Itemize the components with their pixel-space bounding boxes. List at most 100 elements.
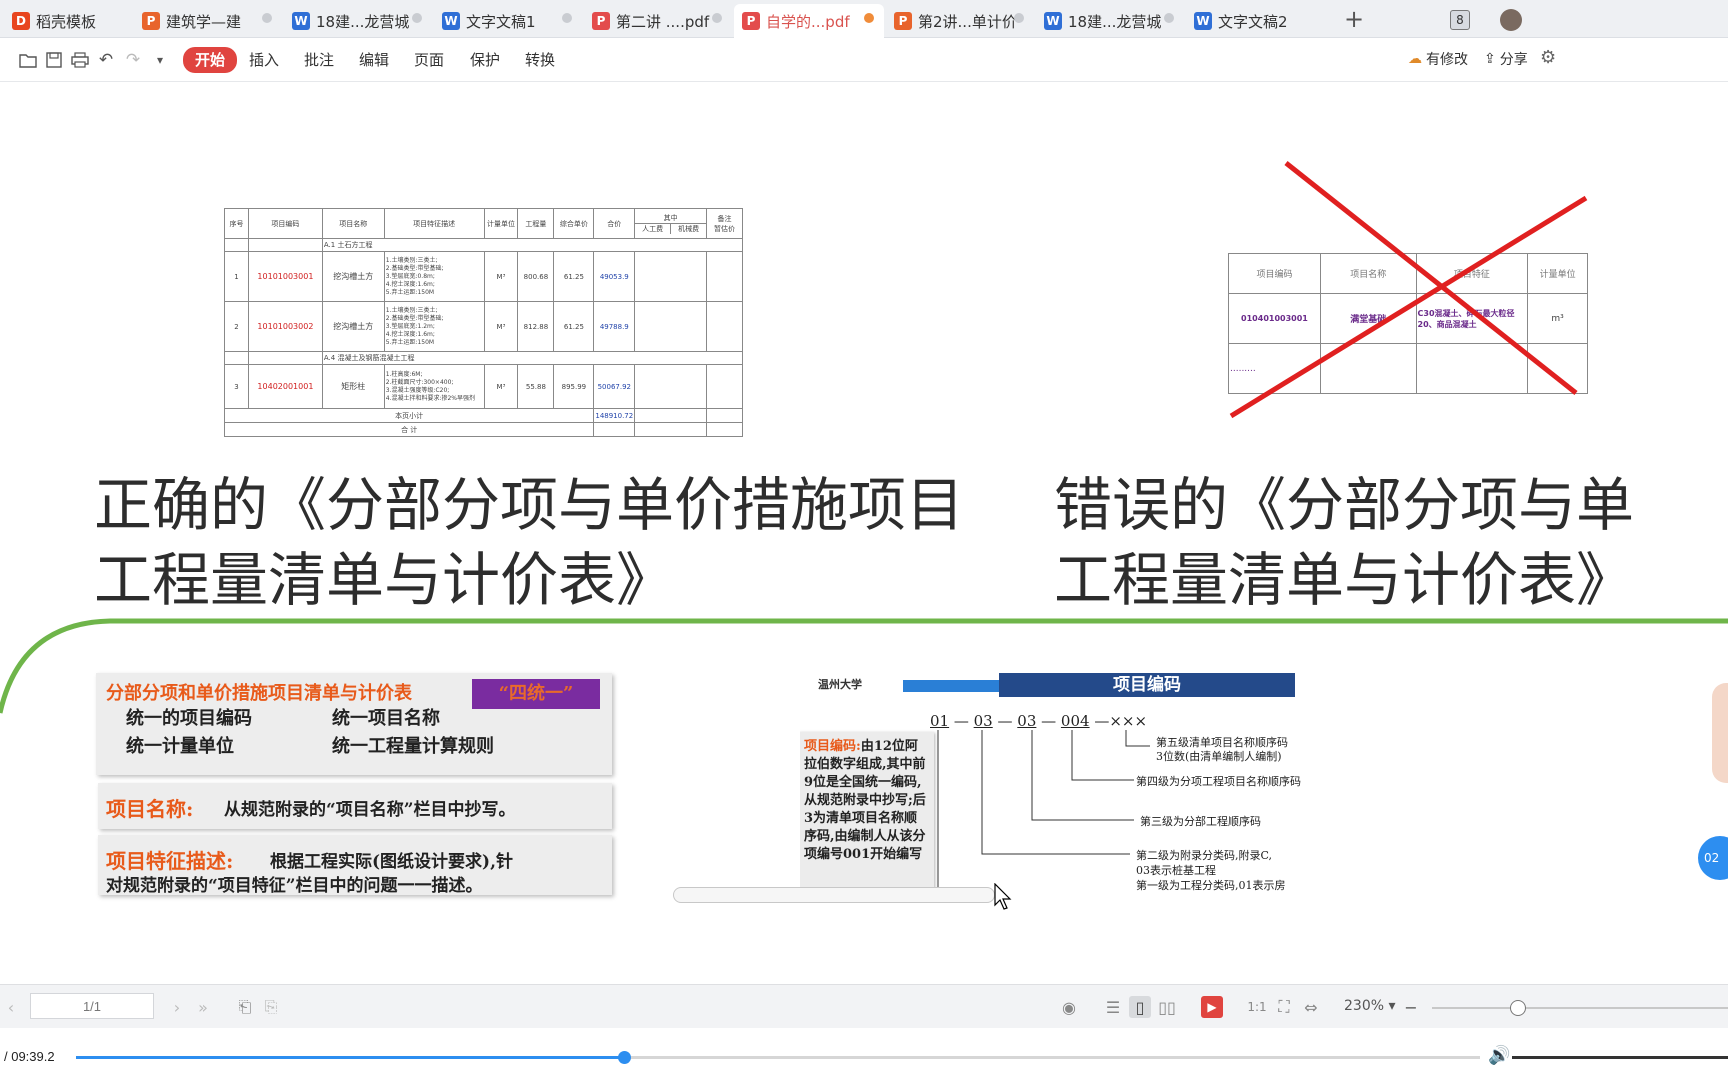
cloud-icon: ☁ [1408,51,1422,67]
code-level-4: 第四级为分项工程项目名称顺序码 [1136,775,1301,788]
modified-status[interactable]: ☁ 有修改 [1408,49,1468,69]
tab-close-icon[interactable] [262,13,272,23]
tab-close-icon[interactable] [1014,13,1024,23]
horizontal-scrollbar-thumb[interactable] [673,887,995,903]
tab-label: 第2讲...单计价 [918,12,1017,31]
next-page-icon[interactable]: › [166,996,188,1018]
share-button[interactable]: ⇪ 分享 [1484,49,1528,69]
tab-close-icon[interactable] [412,13,422,23]
print-icon[interactable] [68,48,92,72]
title-correct-line-2: 工程量清单与计价表》 [94,546,675,614]
tab-label: 自学的...pdf [766,12,850,31]
tab-count-badge[interactable]: 8 [1450,10,1470,30]
tab-doc-9[interactable]: W 文字文稿2 [1186,4,1332,38]
zoom-slider-handle[interactable] [1510,1000,1526,1016]
menu-page[interactable]: 页面 [414,49,444,71]
correct-table-image: 序号 项目编码 项目名称 项目特征描述 计量单位 工程量 综合单价 合价 其中 … [224,208,744,444]
table-header: 综合单价 [553,208,595,239]
menu-annotate[interactable]: 批注 [304,49,334,71]
video-progress-handle[interactable] [617,1051,631,1064]
volume-slider[interactable] [1512,1056,1728,1059]
quick-access-dropdown-icon[interactable]: ▾ [148,48,172,72]
word-icon: W [1044,12,1062,30]
zoom-out-icon[interactable]: − [1400,996,1422,1018]
tab-close-icon[interactable] [562,13,572,23]
presentation-icon: P [142,12,160,30]
menu-convert[interactable]: 转换 [525,49,555,71]
mouse-cursor-icon [994,883,1012,910]
tab-doc-6-active[interactable]: P 自学的...pdf [734,4,884,38]
tab-label: 建筑学—建 [166,12,242,31]
redo-icon[interactable]: ↷ [121,48,145,72]
dual-page-view-icon[interactable]: ▯▯ [1156,996,1178,1018]
table-header: 项目编码 [247,208,323,239]
table-header: 序号 [224,208,249,239]
save-icon[interactable] [42,48,66,72]
eye-protection-icon[interactable]: ◉ [1058,996,1080,1018]
tab-close-icon[interactable] [1164,13,1174,23]
tab-close-icon[interactable] [712,13,722,23]
tab-doc-2[interactable]: P 建筑学—建 [134,4,282,38]
share-icon: ⇪ [1484,51,1496,67]
single-page-view-icon[interactable]: ▯ [1129,996,1151,1018]
side-panel-handle[interactable] [1712,683,1728,783]
table-header: 工程量 [517,208,555,239]
document-canvas[interactable]: 序号 项目编码 项目名称 项目特征描述 计量单位 工程量 综合单价 合价 其中 … [0,83,1728,978]
fit-width-icon[interactable]: ⇔ [1300,996,1322,1018]
page-navigation-bar: ‹ › » ⎗ ⎘ ◉ ☰ ▯ ▯▯ ▶ 1:1 ⛶ ⇔ 230% ▾ − [0,984,1728,1028]
word-icon: W [442,12,460,30]
last-page-icon[interactable]: » [192,996,214,1018]
undo-icon[interactable]: ↶ [94,48,118,72]
prev-page-icon[interactable]: ‹ [0,996,22,1018]
unification-item: 统一的项目编码 [126,708,252,729]
code-level-1: 第一级为工程分类码,01表示房 [1136,879,1286,892]
four-unifications-panel: 分部分项和单价措施项目清单与计价表 “四统一” 统一的项目编码 统一项目名称 统… [96,673,612,775]
new-tab-plus-icon[interactable]: + [1344,5,1364,33]
actual-size-icon[interactable]: 1:1 [1246,996,1268,1018]
tab-doc-3[interactable]: W 18建...龙营城 [284,4,432,38]
menu-insert[interactable]: 插入 [249,49,279,71]
volume-icon[interactable]: 🔊 [1488,1045,1510,1066]
back-icon[interactable]: ⎗ [234,996,256,1018]
tab-doc-8[interactable]: W 18建...龙营城 [1036,4,1184,38]
tab-doc-5[interactable]: P 第二讲 ....pdf [584,4,732,38]
tab-modified-dot-icon[interactable] [864,13,874,23]
menu-edit[interactable]: 编辑 [359,49,389,71]
fit-page-icon[interactable]: ⛶ [1273,996,1295,1018]
page-number-input[interactable] [30,993,154,1019]
table-row: 3 10402001001 矩形柱 1.柱高度:6M; 2.柱截面尺寸:300×400… [224,364,743,409]
tab-label: 第二讲 ....pdf [616,12,710,31]
table-header: 项目特征描述 [383,208,485,239]
item-code-slide: 温州大学 项目编码 01 — 03 — 03 — 004 —××× 项目编码:由… [800,668,1310,898]
zoom-slider-track[interactable] [1432,1007,1728,1009]
forward-icon[interactable]: ⎘ [260,996,282,1018]
tab-label: 文字文稿2 [1218,12,1288,31]
tab-doc-4[interactable]: W 文字文稿1 [434,4,582,38]
table-header: 项目名称 [321,208,385,239]
settings-gear-icon[interactable]: ⚙ [1540,47,1556,68]
play-slideshow-icon[interactable]: ▶ [1201,996,1223,1018]
table-header: 备注 暂估价 [706,208,743,239]
open-folder-icon[interactable] [16,48,40,72]
menu-start[interactable]: 开始 [183,47,238,73]
video-player-bar: / 09:39.2 🔊 [0,1028,1728,1080]
user-avatar[interactable] [1500,9,1522,31]
video-time: / 09:39.2 [4,1049,55,1064]
video-progress-fill [76,1056,624,1059]
four-unifications-badge: “四统一” [472,679,600,709]
unification-item: 统一项目名称 [332,708,440,729]
toolbar: ↶ ↷ ▾ 开始 插入 批注 编辑 页面 保护 转换 ☁ 有修改 ⇪ 分享 ⚙ [0,38,1728,82]
tab-docer-templates[interactable]: D 稻壳模板 [4,4,132,38]
title-wrong-line-2: 工程量清单与计价表》 [1054,546,1635,614]
floating-timer-button[interactable]: 02 [1698,836,1728,880]
menu-protect[interactable]: 保护 [470,49,500,71]
zoom-level-select[interactable]: 230% ▾ [1344,998,1396,1014]
red-cross-mark [1229,161,1588,419]
table-header-group: 其中 人工费 机械费 [634,208,708,239]
tab-doc-7[interactable]: P 第2讲...单计价 [886,4,1034,38]
single-page-scroll-icon[interactable]: ☰ [1102,996,1124,1018]
tab-label: 文字文稿1 [466,12,536,31]
tab-label: 18建...龙营城 [316,12,410,31]
unification-item: 统一工程量计算规则 [332,736,494,757]
table-header: 计量单位 [483,208,519,239]
